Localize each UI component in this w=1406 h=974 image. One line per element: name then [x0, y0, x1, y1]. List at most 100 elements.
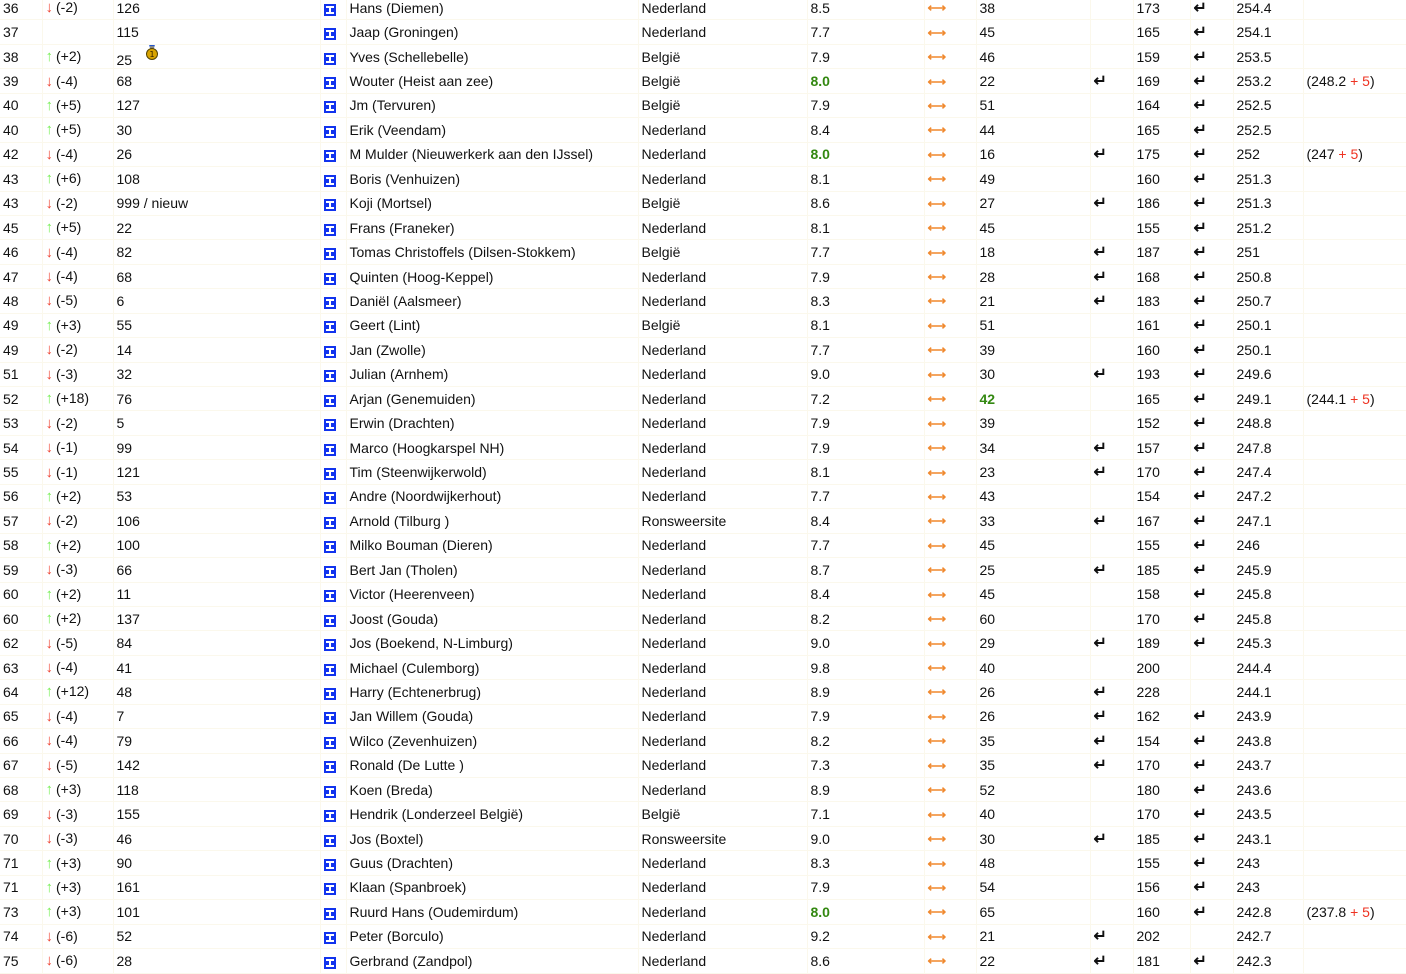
player-icon[interactable] — [323, 761, 336, 774]
return-icon[interactable]: ↵ — [1194, 488, 1207, 505]
return-icon[interactable]: ↵ — [1094, 928, 1107, 945]
player-name[interactable]: Andre (Noordwijkerhout) — [350, 488, 502, 504]
player-name[interactable]: Victor (Heerenveen) — [350, 586, 475, 602]
player-icon[interactable] — [323, 77, 336, 90]
player-icon[interactable] — [323, 883, 336, 896]
swap-arrows-icon[interactable]: ⟷ — [928, 513, 947, 528]
return-icon[interactable]: ↵ — [1094, 146, 1107, 163]
swap-arrows-icon[interactable]: ⟷ — [928, 391, 947, 406]
return-icon[interactable]: ↵ — [1094, 244, 1107, 261]
swap-arrows-icon[interactable]: ⟷ — [928, 74, 947, 89]
return-icon[interactable]: ↵ — [1194, 195, 1207, 212]
swap-arrows-icon[interactable]: ⟷ — [928, 562, 947, 577]
player-icon[interactable] — [323, 663, 336, 676]
swap-arrows-icon[interactable]: ⟷ — [928, 587, 947, 602]
return-icon[interactable]: ↵ — [1194, 611, 1207, 628]
player-icon[interactable] — [323, 810, 336, 823]
player-name[interactable]: Hendrik (Londerzeel België) — [350, 806, 524, 822]
swap-arrows-icon[interactable]: ⟷ — [928, 49, 947, 64]
return-icon[interactable]: ↵ — [1194, 806, 1207, 823]
swap-arrows-icon[interactable]: ⟷ — [928, 733, 947, 748]
swap-arrows-icon[interactable]: ⟷ — [928, 342, 947, 357]
player-icon[interactable] — [323, 223, 336, 236]
swap-arrows-icon[interactable]: ⟷ — [928, 831, 947, 846]
return-icon[interactable]: ↵ — [1194, 293, 1207, 310]
swap-arrows-icon[interactable]: ⟷ — [928, 489, 947, 504]
return-icon[interactable]: ↵ — [1194, 244, 1207, 261]
player-name[interactable]: Harry (Echtenerbrug) — [350, 684, 482, 700]
return-icon[interactable]: ↵ — [1094, 635, 1107, 652]
swap-arrows-icon[interactable]: ⟷ — [928, 196, 947, 211]
swap-arrows-icon[interactable]: ⟷ — [928, 611, 947, 626]
player-name[interactable]: Tim (Steenwijkerwold) — [350, 464, 487, 480]
player-name[interactable]: Quinten (Hoog-Keppel) — [350, 269, 494, 285]
player-icon[interactable] — [323, 443, 336, 456]
swap-arrows-icon[interactable]: ⟷ — [928, 684, 947, 699]
return-icon[interactable]: ↵ — [1194, 97, 1207, 114]
swap-arrows-icon[interactable]: ⟷ — [928, 636, 947, 651]
player-icon[interactable] — [323, 52, 336, 65]
player-name[interactable]: Daniël (Aalsmeer) — [350, 293, 462, 309]
player-name[interactable]: Wilco (Zevenhuizen) — [350, 733, 478, 749]
player-name[interactable]: Joost (Gouda) — [350, 611, 439, 627]
swap-arrows-icon[interactable]: ⟷ — [928, 367, 947, 382]
swap-arrows-icon[interactable]: ⟷ — [928, 416, 947, 431]
return-icon[interactable]: ↵ — [1194, 464, 1207, 481]
player-name[interactable]: Bert Jan (Tholen) — [350, 562, 458, 578]
return-icon[interactable]: ↵ — [1194, 269, 1207, 286]
player-name[interactable]: Marco (Hoogkarspel NH) — [350, 440, 505, 456]
player-name[interactable]: Hans (Diemen) — [350, 0, 444, 16]
return-icon[interactable]: ↵ — [1194, 562, 1207, 579]
swap-arrows-icon[interactable]: ⟷ — [928, 880, 947, 895]
player-icon[interactable] — [323, 248, 336, 261]
return-icon[interactable]: ↵ — [1094, 293, 1107, 310]
player-name[interactable]: M Mulder (Nieuwerkerk aan den IJssel) — [350, 146, 594, 162]
player-name[interactable]: Julian (Arnhem) — [350, 366, 449, 382]
player-name[interactable]: Geert (Lint) — [350, 317, 421, 333]
player-name[interactable]: Jos (Boxtel) — [350, 831, 424, 847]
player-icon[interactable] — [323, 101, 336, 114]
return-icon[interactable]: ↵ — [1194, 831, 1207, 848]
return-icon[interactable]: ↵ — [1194, 953, 1207, 970]
swap-arrows-icon[interactable]: ⟷ — [928, 293, 947, 308]
player-icon[interactable] — [323, 541, 336, 554]
return-icon[interactable]: ↵ — [1194, 782, 1207, 799]
player-icon[interactable] — [323, 639, 336, 652]
swap-arrows-icon[interactable]: ⟷ — [928, 538, 947, 553]
player-icon[interactable] — [323, 956, 336, 969]
return-icon[interactable]: ↵ — [1094, 757, 1107, 774]
swap-arrows-icon[interactable]: ⟷ — [928, 269, 947, 284]
return-icon[interactable]: ↵ — [1194, 122, 1207, 139]
return-icon[interactable]: ↵ — [1194, 171, 1207, 188]
player-icon[interactable] — [323, 468, 336, 481]
player-name[interactable]: Ronald (De Lutte ) — [350, 757, 464, 773]
return-icon[interactable]: ↵ — [1094, 269, 1107, 286]
return-icon[interactable]: ↵ — [1094, 73, 1107, 90]
return-icon[interactable]: ↵ — [1194, 415, 1207, 432]
player-name[interactable]: Milko Bouman (Dieren) — [350, 537, 493, 553]
player-name[interactable]: Peter (Borculo) — [350, 928, 444, 944]
return-icon[interactable]: ↵ — [1194, 855, 1207, 872]
swap-arrows-icon[interactable]: ⟷ — [928, 465, 947, 480]
player-icon[interactable] — [323, 419, 336, 432]
player-icon[interactable] — [323, 370, 336, 383]
return-icon[interactable]: ↵ — [1194, 904, 1207, 921]
player-icon[interactable] — [323, 174, 336, 187]
player-name[interactable]: Koen (Breda) — [350, 782, 433, 798]
return-icon[interactable]: ↵ — [1194, 757, 1207, 774]
player-name[interactable]: Erwin (Drachten) — [350, 415, 455, 431]
return-icon[interactable]: ↵ — [1194, 879, 1207, 896]
player-name[interactable]: Erik (Veendam) — [350, 122, 446, 138]
player-name[interactable]: Tomas Christoffels (Dilsen-Stokkem) — [350, 244, 576, 260]
player-name[interactable]: Jm (Tervuren) — [350, 97, 436, 113]
return-icon[interactable]: ↵ — [1194, 220, 1207, 237]
swap-arrows-icon[interactable]: ⟷ — [928, 660, 947, 675]
player-name[interactable]: Michael (Culemborg) — [350, 660, 480, 676]
player-icon[interactable] — [323, 687, 336, 700]
return-icon[interactable]: ↵ — [1094, 684, 1107, 701]
swap-arrows-icon[interactable]: ⟷ — [928, 807, 947, 822]
player-icon[interactable] — [323, 834, 336, 847]
swap-arrows-icon[interactable]: ⟷ — [928, 856, 947, 871]
player-icon[interactable] — [323, 345, 336, 358]
swap-arrows-icon[interactable]: ⟷ — [928, 953, 947, 968]
